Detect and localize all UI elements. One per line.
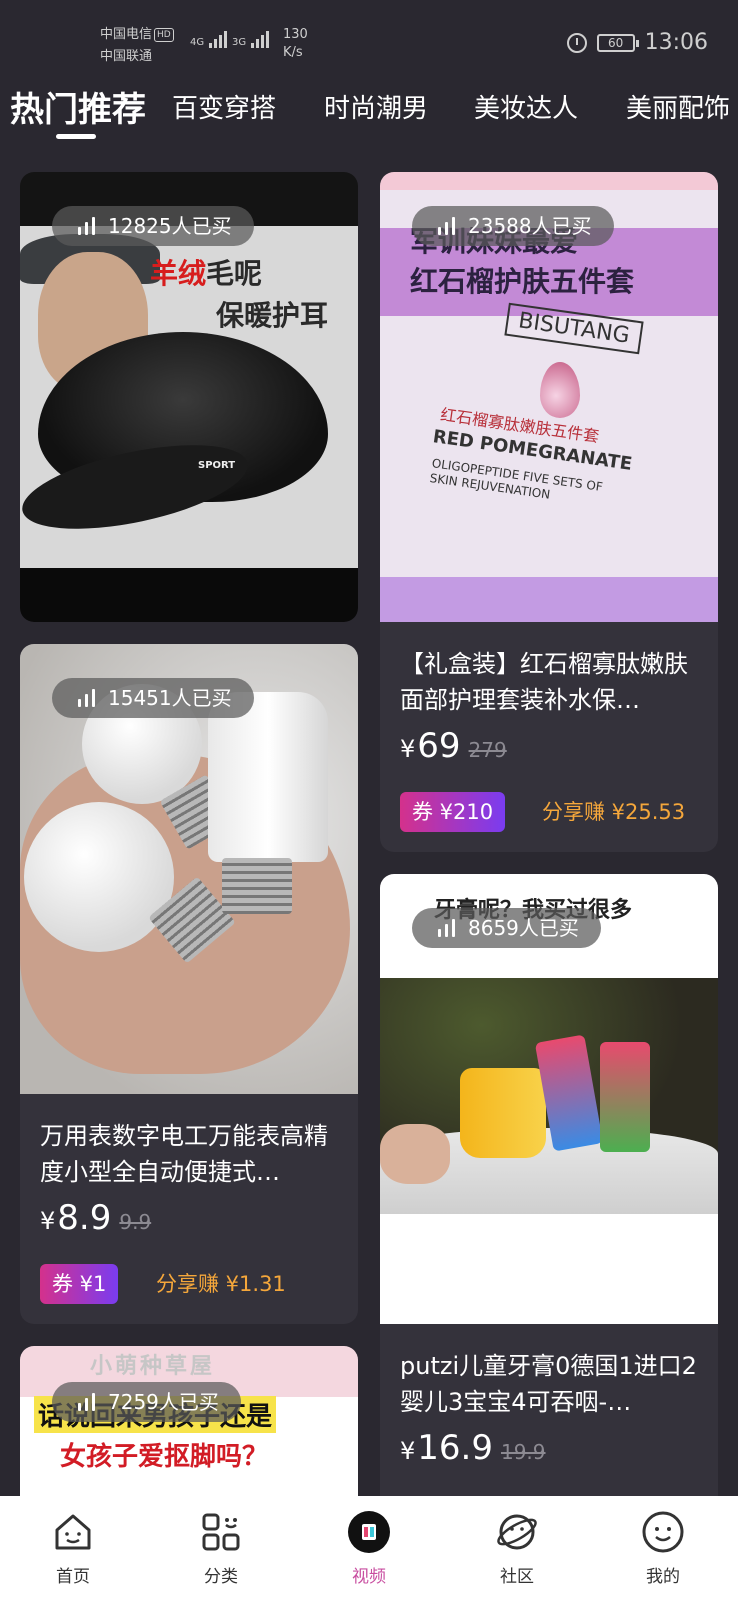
nav-mine-label: 我的 bbox=[646, 1567, 680, 1587]
coupon-badge[interactable]: 券 ¥1 bbox=[40, 1264, 119, 1304]
nav-video[interactable]: 视频 bbox=[324, 1510, 414, 1587]
sold-badge: 12825人已买 bbox=[52, 206, 254, 246]
currency-symbol: ¥ bbox=[400, 1437, 416, 1465]
nav-community[interactable]: 社区 bbox=[472, 1510, 562, 1587]
network-speed-unit: K/s bbox=[283, 45, 303, 60]
image-caption-dark: 保暖护耳 bbox=[216, 299, 329, 332]
bottom-nav: 首页 分类 视频 社区 我的 bbox=[0, 1496, 738, 1600]
smiley-icon bbox=[641, 1510, 685, 1554]
signal-4g-icon: 4G bbox=[190, 28, 228, 48]
image-caption-dark-inline: 毛呢 bbox=[206, 257, 263, 290]
price-value: 16.9 bbox=[417, 1428, 493, 1468]
product-title: 万用表数字电工万能表高精度小型全自动便捷式… bbox=[40, 1122, 328, 1186]
product-title: 【礼盒装】红石榴寡肽嫩肤面部护理套装补水保… bbox=[400, 650, 688, 714]
tab-indicator bbox=[56, 134, 96, 139]
share-earn[interactable]: 分享赚 ¥25.53 bbox=[542, 792, 685, 832]
sold-badge: 23588人已买 bbox=[412, 206, 614, 246]
price: ¥16.9 19.9 bbox=[400, 1428, 546, 1468]
product-card-bulb[interactable]: 15451人已买 万用表数字电工万能表高精度小型全自动便捷式… ¥8.9 9.9 … bbox=[20, 644, 358, 1324]
image-brand: SPORT bbox=[198, 460, 236, 471]
network-type-2: 3G bbox=[232, 37, 247, 48]
price: ¥69 279 bbox=[400, 726, 507, 766]
status-right: 60 13:06 bbox=[566, 30, 708, 55]
share-earn[interactable]: 分享赚 ¥1.31 bbox=[156, 1264, 286, 1304]
sales-chart-icon bbox=[438, 919, 455, 937]
original-price: 279 bbox=[468, 738, 507, 762]
network-speed: 130 K/s bbox=[283, 26, 308, 62]
nav-home-label: 首页 bbox=[56, 1567, 90, 1587]
sales-chart-icon bbox=[438, 217, 455, 235]
tab-makeup[interactable]: 美妆达人 bbox=[474, 88, 578, 125]
battery-icon: 60 bbox=[596, 33, 639, 52]
coupon-badge[interactable]: 券 ¥210 bbox=[400, 792, 506, 832]
sold-badge: 8659人已买 bbox=[412, 908, 601, 948]
bulb-2 bbox=[24, 802, 174, 952]
hd-badge: HD bbox=[154, 27, 174, 42]
product-card-pomegranate[interactable]: 军训妹妹最爱 红石榴护肤五件套 BISUTANG 红石榴寡肽嫩肤五件套 RED … bbox=[380, 172, 718, 852]
tab-outfit[interactable]: 百变穿搭 bbox=[172, 88, 276, 125]
tab-men-fashion[interactable]: 时尚潮男 bbox=[324, 88, 428, 125]
product-card-video[interactable]: 小萌种草屋 话说回来男孩子还是 女孩子爱抠脚吗？ 7259人已买 bbox=[20, 1346, 358, 1516]
sold-badge: 15451人已买 bbox=[52, 678, 254, 718]
planet-icon bbox=[495, 1510, 539, 1554]
toothpaste-tube-2 bbox=[600, 1042, 650, 1152]
nav-video-label: 视频 bbox=[352, 1567, 386, 1587]
tab-hot[interactable]: 热门推荐 bbox=[10, 82, 146, 131]
image-heading-2: 红石榴护肤五件套 bbox=[410, 265, 635, 298]
price: ¥8.9 9.9 bbox=[40, 1198, 151, 1238]
image-heading: 小萌种草屋 bbox=[90, 1354, 216, 1379]
original-price: 9.9 bbox=[119, 1210, 152, 1234]
nav-category-label: 分类 bbox=[204, 1567, 238, 1587]
price-value: 8.9 bbox=[57, 1198, 112, 1238]
image-caption-red: 羊绒毛呢 bbox=[150, 252, 262, 292]
nav-category[interactable]: 分类 bbox=[176, 1510, 266, 1587]
carrier-1: 中国电信 bbox=[100, 27, 153, 42]
carrier-2: 中国联通 bbox=[100, 49, 153, 64]
sales-chart-icon bbox=[78, 1393, 95, 1411]
sold-badge: 7259人已买 bbox=[52, 1382, 241, 1422]
video-icon bbox=[347, 1510, 391, 1554]
sales-chart-icon bbox=[78, 217, 95, 235]
sales-chart-icon bbox=[78, 689, 95, 707]
sold-count: 12825人已买 bbox=[108, 214, 232, 238]
network-speed-value: 130 bbox=[283, 27, 308, 42]
clock: 13:06 bbox=[644, 30, 708, 55]
sold-count: 23588人已买 bbox=[468, 214, 592, 238]
sold-count: 15451人已买 bbox=[108, 686, 232, 710]
sold-count: 7259人已买 bbox=[108, 1390, 219, 1414]
original-price: 19.9 bbox=[500, 1440, 546, 1464]
alarm-icon bbox=[566, 32, 587, 53]
product-image: 小萌种草屋 话说回来男孩子还是 女孩子爱抠脚吗？ bbox=[20, 1346, 358, 1516]
category-icon bbox=[199, 1510, 243, 1554]
status-bar: 中国电信 HD 中国联通 4G 3G 130 K/s 60 13:06 bbox=[0, 0, 738, 70]
product-title: putzi儿童牙膏0德国1进口2婴儿3宝宝4可吞咽-… bbox=[400, 1352, 697, 1416]
tab-accessories[interactable]: 美丽配饰 bbox=[626, 88, 730, 125]
cup-image bbox=[460, 1068, 546, 1158]
toothpaste-photo bbox=[380, 978, 718, 1214]
currency-symbol: ¥ bbox=[40, 1207, 56, 1235]
sold-count: 8659人已买 bbox=[468, 916, 579, 940]
product-card-toothpaste[interactable]: 牙膏呢？我买过很多 8659人已买 putzi儿童牙膏0德国1进口2婴儿3宝宝4… bbox=[380, 874, 718, 1514]
currency-symbol: ¥ bbox=[400, 735, 416, 763]
home-icon bbox=[51, 1510, 95, 1554]
bulb-3-base bbox=[222, 858, 292, 914]
carrier-info: 中国电信 HD 中国联通 bbox=[100, 24, 174, 68]
product-card-cap[interactable]: 羊绒毛呢 保暖护耳 SPORT 12825人已买 bbox=[20, 172, 358, 622]
image-caption-red-text: 羊绒 bbox=[150, 257, 207, 290]
drop-icon bbox=[540, 362, 580, 418]
image-line-2: 女孩子爱抠脚吗？ bbox=[60, 1442, 269, 1472]
hand-image bbox=[380, 1124, 450, 1184]
nav-mine[interactable]: 我的 bbox=[618, 1510, 708, 1587]
category-tabs: 热门推荐 百变穿搭 时尚潮男 美妆达人 美丽配饰 bbox=[0, 80, 738, 140]
price-value: 69 bbox=[417, 726, 461, 766]
network-type-1: 4G bbox=[190, 37, 205, 48]
nav-community-label: 社区 bbox=[500, 1567, 534, 1587]
nav-home[interactable]: 首页 bbox=[28, 1510, 118, 1587]
signal-3g-icon: 3G bbox=[232, 28, 270, 48]
